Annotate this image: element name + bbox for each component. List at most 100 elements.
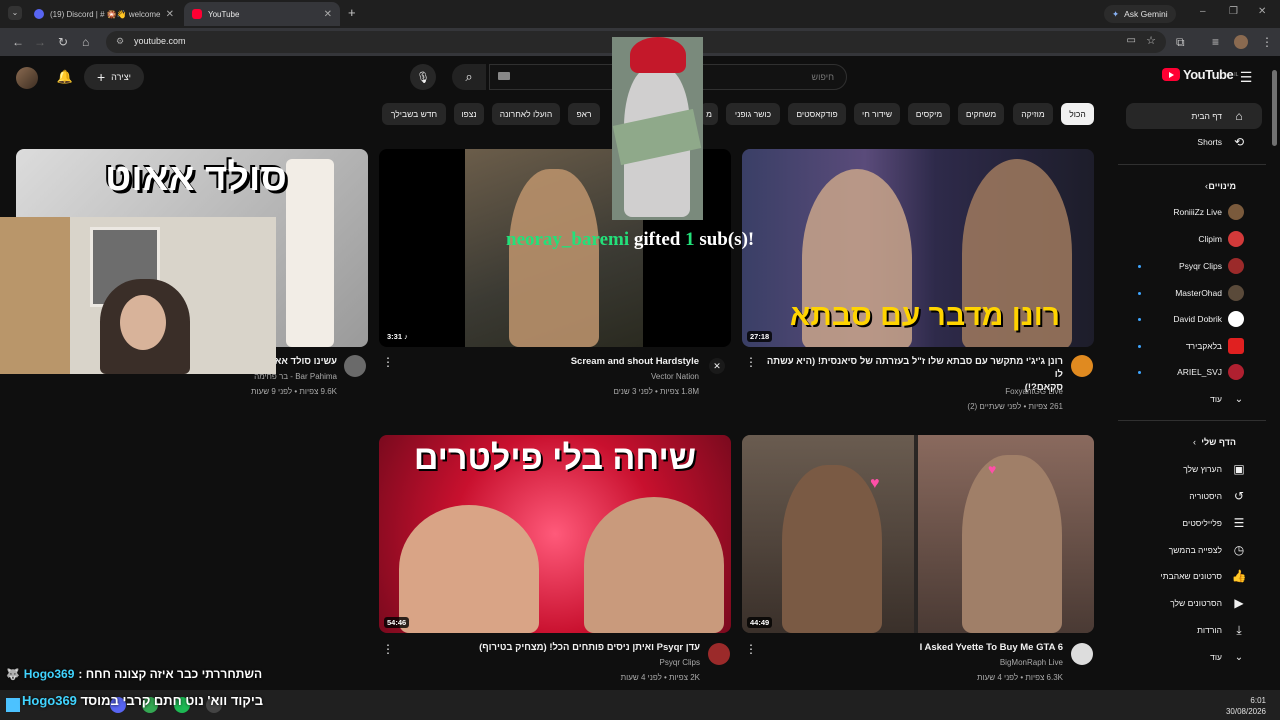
- search-button[interactable]: ⌕: [452, 64, 486, 90]
- video-thumbnail[interactable]: רונן מדבר עם סבתא 27:18: [742, 149, 1094, 347]
- home-icon: ⌂: [1235, 109, 1243, 123]
- sidebar-channel[interactable]: David Dobrik: [1126, 306, 1262, 332]
- video-title[interactable]: I Asked Yvette To Buy Me GTA 6: [760, 641, 1063, 654]
- sidebar-item-home[interactable]: ⌂ דף הבית: [1126, 103, 1262, 129]
- site-info-icon[interactable]: ⚙: [116, 36, 124, 47]
- chevron-down-icon: ⌄: [1234, 651, 1244, 663]
- notifications-bell-icon[interactable]: 🔔: [52, 65, 78, 89]
- sidebar-item-watch-later[interactable]: ◷ לצפייה בהמשך: [1126, 537, 1262, 563]
- channel-avatar[interactable]: [1071, 355, 1093, 377]
- shorts-icon: ⟲: [1233, 135, 1245, 149]
- video-meta: 6.3K צפיות • לפני 4 שעות: [976, 673, 1063, 682]
- sidebar-item-your-channel[interactable]: ▣ הערוץ שלך: [1126, 456, 1262, 482]
- video-title[interactable]: Scream and shout Hardstyle: [400, 355, 699, 368]
- close-tab-icon[interactable]: ✕: [166, 9, 174, 20]
- chat-badge-icon: 🐺: [6, 668, 20, 681]
- tab-youtube[interactable]: YouTube ✕: [184, 2, 340, 26]
- video-meta: 2K צפיות • לפני 4 שעות: [620, 673, 700, 682]
- chip-live[interactable]: שידור חי: [854, 103, 900, 125]
- channel-avatar[interactable]: [708, 643, 730, 665]
- sidebar-item-your-videos[interactable]: ▶ הסרטונים שלך: [1126, 590, 1262, 616]
- ask-gemini-button[interactable]: ✦ Ask Gemini: [1104, 5, 1176, 23]
- reading-list-icon[interactable]: ≡: [1212, 35, 1219, 49]
- video-title[interactable]: עדן Psyqr ואיתן ניסים פותחים הכל! (מצחיק…: [398, 641, 700, 654]
- sidebar-item-history[interactable]: ↺ היסטוריה: [1126, 483, 1262, 509]
- voice-search-button[interactable]: 🎙: [410, 64, 436, 90]
- reload-icon[interactable]: ↻: [58, 35, 68, 49]
- sidebar-channel[interactable]: RoniiiZz Live: [1126, 199, 1262, 225]
- close-tab-icon[interactable]: ✕: [324, 9, 332, 20]
- discord-icon: [34, 9, 44, 19]
- account-avatar[interactable]: [16, 67, 38, 89]
- extensions-icon[interactable]: ⧉: [1176, 35, 1185, 49]
- gift-alert-text: neoray_baremi gifted 1 sub(s)!: [506, 229, 755, 250]
- person-figure: [509, 169, 599, 347]
- chip-music[interactable]: מוזיקה: [1013, 103, 1053, 125]
- channel-avatar: [1228, 285, 1244, 301]
- back-icon[interactable]: ←: [12, 35, 24, 49]
- person-figure: [962, 455, 1062, 633]
- create-button[interactable]: + יצירה: [84, 64, 144, 90]
- page-scrollbar[interactable]: [1272, 70, 1277, 146]
- video-channel[interactable]: Vector Nation: [400, 370, 699, 383]
- channel-avatar: [1228, 364, 1244, 380]
- chip-mixes[interactable]: מיקסים: [908, 103, 950, 125]
- new-content-dot: [1138, 371, 1141, 374]
- chip-recently-uploaded[interactable]: הועלו לאחרונה: [492, 103, 560, 125]
- more-options-icon[interactable]: ⋮: [745, 642, 757, 656]
- more-options-icon[interactable]: ⋮: [745, 355, 757, 369]
- sidebar-more-subs[interactable]: ⌄ עוד: [1126, 386, 1262, 412]
- tab-search-icon[interactable]: ⌄: [8, 6, 22, 20]
- sidebar-item-shorts[interactable]: ⟲ Shorts: [1126, 129, 1262, 155]
- sidebar-item-playlists[interactable]: ☰ פלייליסטים: [1126, 510, 1262, 536]
- chip-all[interactable]: הכול: [1061, 103, 1094, 125]
- sidebar-channel[interactable]: Clipim: [1126, 226, 1262, 252]
- sidebar-item-downloads[interactable]: ⤓ הורדות: [1126, 617, 1262, 643]
- keyboard-icon[interactable]: [498, 72, 510, 80]
- bookmark-star-icon[interactable]: ☆: [1146, 34, 1156, 47]
- subscriptions-header[interactable]: מינויים ›: [1126, 173, 1262, 199]
- chip-new-for-you[interactable]: חדש בשבילך: [382, 103, 446, 125]
- cast-icon[interactable]: ▭: [1127, 35, 1136, 46]
- close-window-icon[interactable]: ✕: [1258, 6, 1266, 17]
- sidebar-channel[interactable]: ARIEL_SVJ: [1126, 359, 1262, 385]
- gemini-icon: ✦: [1112, 8, 1120, 19]
- minimize-icon[interactable]: –: [1200, 6, 1206, 17]
- dismiss-icon[interactable]: ✕: [709, 358, 725, 374]
- me-header[interactable]: הדף שלי ›: [1126, 429, 1262, 455]
- restore-icon[interactable]: ❐: [1229, 6, 1238, 17]
- forward-icon[interactable]: →: [34, 35, 46, 49]
- sidebar-more-me[interactable]: ⌄ עוד: [1126, 644, 1262, 670]
- profile-avatar[interactable]: [1234, 35, 1248, 49]
- chip-fitness[interactable]: כושר גופני: [726, 103, 780, 125]
- video-channel[interactable]: BigMonRaph Live: [760, 656, 1063, 669]
- start-icon[interactable]: [6, 698, 20, 712]
- chip-rap[interactable]: ראפ: [568, 103, 600, 125]
- download-icon: ⤓: [1236, 622, 1242, 637]
- chevron-right-icon: ›: [1193, 437, 1196, 447]
- chip-podcasts[interactable]: פודקאסטים: [788, 103, 846, 125]
- chip-games[interactable]: משחקים: [958, 103, 1004, 125]
- video-thumbnail[interactable]: שיחה בלי פילטרים 54:46: [379, 435, 731, 633]
- sidebar-channel[interactable]: Psyqr Clips: [1126, 253, 1262, 279]
- sidebar-channel[interactable]: MasterOhad: [1126, 280, 1262, 306]
- channel-avatar[interactable]: [1071, 643, 1093, 665]
- youtube-logo[interactable]: YouTube IL: [1162, 67, 1238, 82]
- menu-kebab-icon[interactable]: ⋮: [1261, 35, 1273, 49]
- duration-badge: 44:49: [747, 617, 773, 628]
- channel-avatar[interactable]: [344, 355, 366, 377]
- hamburger-menu-icon[interactable]: ☰: [1236, 67, 1256, 87]
- chip-watched[interactable]: נצפו: [454, 103, 484, 125]
- sidebar-channel[interactable]: בלאקבירד: [1126, 333, 1262, 359]
- sidebar-item-liked[interactable]: 👍 סרטונים שאהבתי: [1126, 563, 1262, 589]
- video-thumbnail[interactable]: ♥ ♥ 44:49: [742, 435, 1094, 633]
- more-options-icon[interactable]: ⋮: [382, 355, 394, 369]
- more-options-icon[interactable]: ⋮: [382, 642, 394, 656]
- chat-ticker: Hogo369 ביקוד ווא' נוט חתם קרבי במוסד: [22, 693, 264, 708]
- santa-hat: [630, 37, 686, 73]
- home-icon[interactable]: ⌂: [82, 35, 89, 49]
- video-channel[interactable]: Psyqr Clips: [398, 656, 700, 669]
- tab-discord[interactable]: (19) Discord | # 🎇👋 welcome ✕: [26, 2, 182, 26]
- new-tab-button[interactable]: +: [348, 5, 356, 20]
- video-channel[interactable]: FoxyantGG Live: [760, 385, 1063, 398]
